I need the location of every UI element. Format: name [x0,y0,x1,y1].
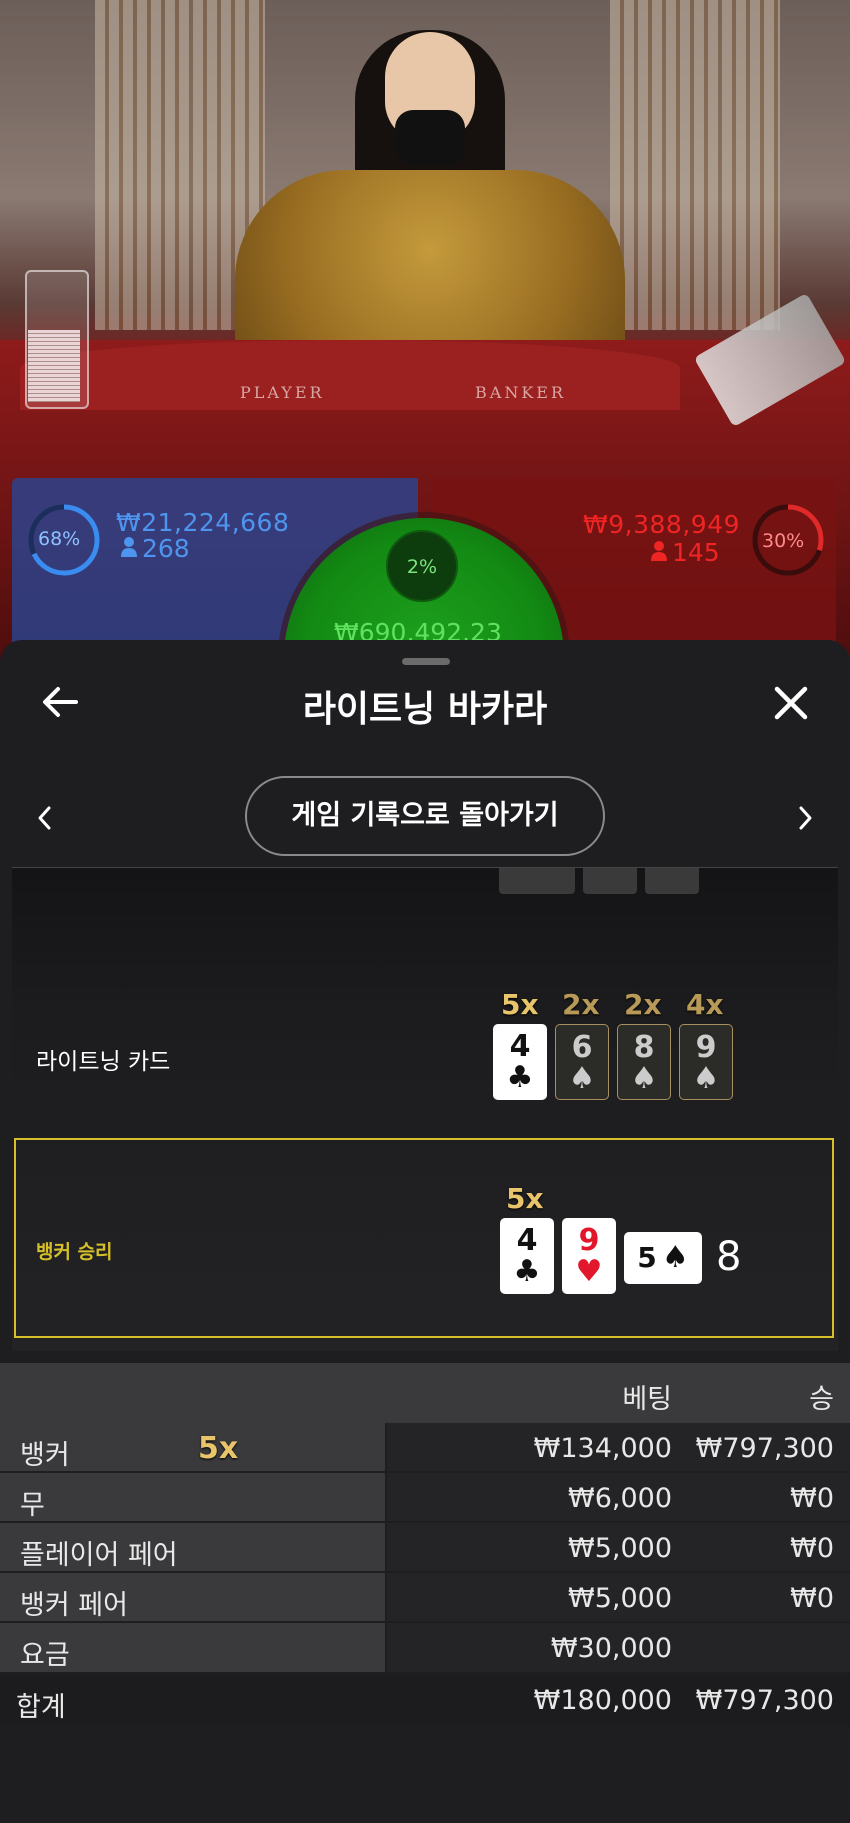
result-card: 9 ♥ [562,1218,616,1294]
winning-result-row: 뱅커 승리 5x 4 ♣ 9 ♥ 5 ♠ 8 [14,1138,834,1338]
row-label: 뱅커 [20,1440,70,1471]
row-win: ₩0 [790,1483,834,1514]
row-win: ₩797,300 [695,1433,834,1464]
lightning-multiplier: 4x [686,988,724,1021]
row-bet: ₩5,000 [568,1533,672,1564]
total-bet: ₩180,000 [533,1685,672,1716]
decor-screen-right [610,0,780,330]
card-rank: 9 [695,1030,717,1065]
row-bet: ₩5,000 [568,1583,672,1614]
lightning-multiplier: 2x [562,988,600,1021]
player-count-person-icon [121,537,137,557]
scrolled-card [499,868,575,894]
tie-percent: 2% [406,556,438,578]
banker-count-person-icon [651,541,667,561]
total-win: ₩797,300 [695,1685,834,1716]
game-history-sheet: 라이트닝 바카라 게임 기록으로 돌아가기 라이트닝 카드 5x 4 ♣ 2x … [0,640,850,1823]
table-header: 베팅 승 [0,1363,850,1423]
banker-amount: ₩9,388,949 [583,510,740,539]
card-rank: 9 [578,1223,600,1258]
lightning-card: 8 ♠ [617,1024,671,1100]
chevron-right-icon[interactable] [794,800,818,836]
page-title: 라이트닝 바카라 [302,689,548,730]
banker-percent: 30% [762,530,805,552]
scrolled-card [645,868,699,894]
sheet-grabber[interactable] [402,658,450,665]
club-icon: ♣ [506,1060,534,1095]
player-percent: 68% [38,528,81,550]
row-win: ₩0 [790,1583,834,1614]
felt-label-player: PLAYER [240,383,325,402]
row-label: 플레이어 페어 [20,1540,178,1571]
spade-icon: ♠ [630,1061,658,1096]
table-edge [20,340,680,410]
table-row: 무 ₩6,000 ₩0 [0,1473,850,1522]
result-label: 뱅커 승리 [36,1241,113,1263]
table-total-row: 합계 ₩180,000 ₩797,300 [0,1675,850,1724]
row-label: 무 [20,1490,45,1521]
back-to-history-button[interactable]: 게임 기록으로 돌아가기 [245,776,605,856]
result-multiplier: 5x [506,1182,544,1215]
card-rank: 6 [571,1030,593,1065]
spade-icon: ♠ [661,1240,689,1275]
player-count: 268 [142,534,190,563]
dealer-mask [395,110,465,165]
card-rank: 4 [509,1029,531,1064]
close-icon[interactable] [772,684,810,722]
spade-icon: ♠ [692,1061,720,1096]
lightning-multiplier: 5x [501,988,539,1021]
scrolled-card [583,868,637,894]
lightning-card: 6 ♠ [555,1024,609,1100]
row-bet: ₩6,000 [568,1483,672,1514]
lightning-card: 4 ♣ [493,1024,547,1100]
row-win: ₩0 [790,1533,834,1564]
table-row: 뱅커 페어 ₩5,000 ₩0 [0,1573,850,1622]
round-details: 라이트닝 카드 5x 4 ♣ 2x 6 ♠ 2x 8 ♠ 4x 9 ♠ 뱅커 승… [12,868,838,1351]
header-bet: 베팅 [622,1384,672,1415]
card-rank: 4 [516,1223,538,1258]
heart-icon: ♥ [575,1254,603,1289]
header-win: 승 [809,1384,834,1415]
table-row: 요금 ₩30,000 [0,1623,850,1672]
card-rank: 5 [637,1241,657,1274]
row-bet: ₩30,000 [550,1633,672,1664]
row-label: 뱅커 페어 [20,1590,128,1621]
banker-count: 145 [672,538,720,567]
row-bet: ₩134,000 [533,1433,672,1464]
table-row: 플레이어 페어 ₩5,000 ₩0 [0,1523,850,1572]
result-card: 4 ♣ [500,1218,554,1294]
table-row: 뱅커 5x ₩134,000 ₩797,300 [0,1423,850,1472]
card-stack [28,330,80,402]
row-label: 요금 [20,1640,70,1671]
lightning-multiplier: 2x [624,988,662,1021]
result-card-sideways: 5 ♠ [624,1232,702,1284]
total-label: 합계 [16,1692,66,1723]
player-amount: ₩21,224,668 [116,508,290,537]
result-score: 8 [716,1234,742,1280]
chevron-left-icon[interactable] [32,800,56,836]
club-icon: ♣ [513,1254,541,1289]
card-rank: 8 [633,1030,655,1065]
lightning-card: 9 ♠ [679,1024,733,1100]
lightning-cards-label: 라이트닝 카드 [36,1049,171,1075]
spade-icon: ♠ [568,1061,596,1096]
felt-label-banker: BANKER [475,383,566,402]
row-multiplier: 5x [198,1431,239,1466]
